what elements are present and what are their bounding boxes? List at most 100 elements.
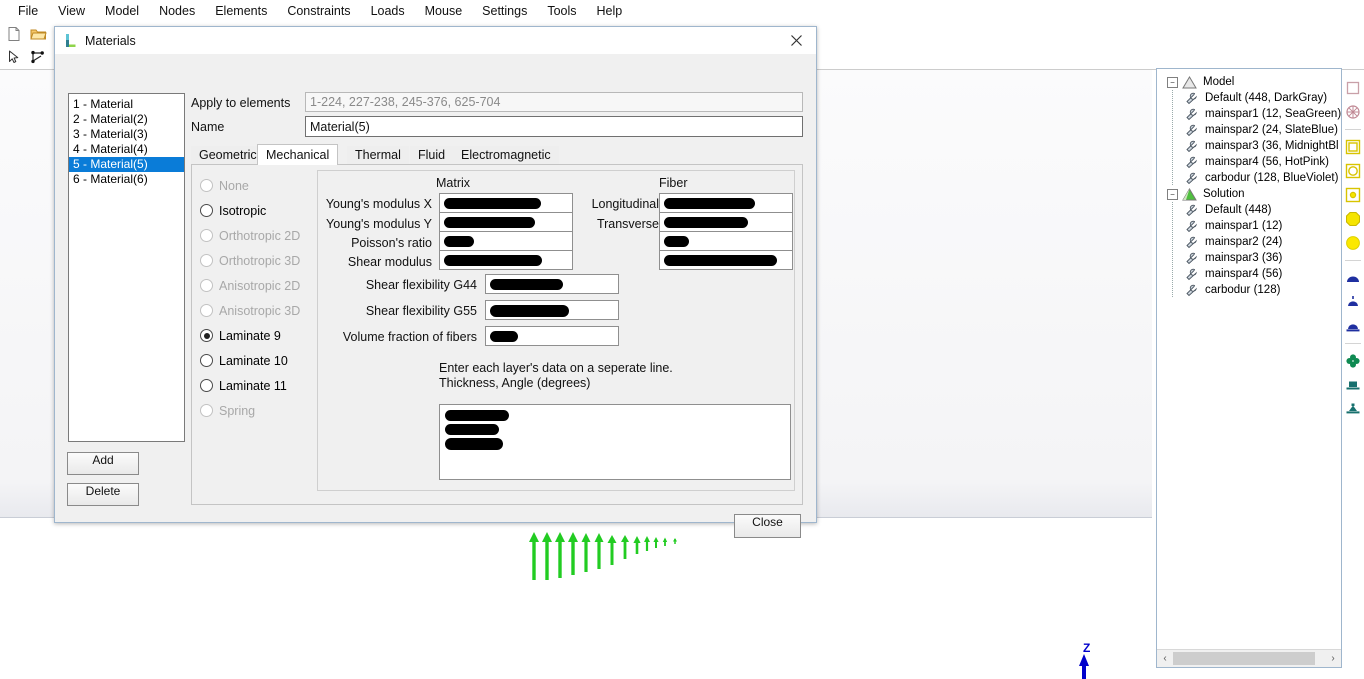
tree-item-solution-default[interactable]: Default (448)	[1163, 202, 1341, 218]
tree-item-model-carbodur[interactable]: carbodur (128, BlueViolet)	[1163, 170, 1341, 186]
menu-item-settings[interactable]: Settings	[472, 2, 537, 20]
tree-node-label: mainspar3 (36, MidnightBl	[1205, 140, 1339, 152]
transverse-fiber-input[interactable]	[659, 212, 793, 232]
new-file-button[interactable]	[4, 24, 24, 44]
expander-icon[interactable]: −	[1167, 188, 1178, 200]
dome-blue-icon	[1347, 276, 1359, 282]
close-dialog-button[interactable]	[776, 27, 816, 54]
radio-laminate-10[interactable]: Laminate 10	[200, 348, 322, 373]
tab-fluid[interactable]: Fluid	[410, 146, 454, 165]
tab-mechanical[interactable]: Mechanical	[257, 144, 339, 165]
node-connect-tool-button[interactable]	[28, 47, 48, 67]
material-list-item-selected[interactable]: 5 - Material(5)	[69, 157, 184, 172]
octagon-button[interactable]	[1343, 209, 1363, 229]
menu-item-constraints[interactable]: Constraints	[277, 2, 360, 20]
dialog-title-bar[interactable]: Materials	[55, 27, 816, 54]
material-list[interactable]: 1 - Material 2 - Material(2) 3 - Materia…	[68, 93, 185, 442]
material-list-item[interactable]: 4 - Material(4)	[69, 142, 184, 157]
roller-support-button[interactable]	[1343, 399, 1363, 419]
square-outline-button[interactable]	[1343, 78, 1363, 98]
poissons-ratio-matrix-input[interactable]	[439, 231, 573, 251]
tree-horizontal-scrollbar[interactable]: ‹ ›	[1157, 649, 1341, 667]
menu-item-mouse[interactable]: Mouse	[415, 2, 473, 20]
material-list-item[interactable]: 2 - Material(2)	[69, 112, 184, 127]
tab-thermal[interactable]: Thermal	[347, 146, 409, 165]
tree-item-model-mainspar4[interactable]: mainspar4 (56, HotPink)	[1163, 154, 1341, 170]
dome-support-button[interactable]	[1343, 268, 1363, 288]
longitudinal-fiber-input[interactable]	[659, 193, 793, 213]
shear-flexibility-g55-input[interactable]	[485, 300, 619, 320]
load-arrow	[644, 536, 650, 551]
tree-node-label: mainspar4 (56)	[1205, 268, 1283, 280]
tree-node-solution[interactable]: − Solution	[1163, 186, 1341, 202]
menu-item-model[interactable]: Model	[95, 2, 149, 20]
poissons-ratio-fiber-input[interactable]	[659, 231, 793, 251]
clover-node-button[interactable]	[1343, 351, 1363, 371]
scroll-right-icon[interactable]: ›	[1325, 650, 1341, 667]
material-list-item[interactable]: 6 - Material(6)	[69, 172, 184, 187]
tab-electromagnetic[interactable]: Electromagnetic	[453, 146, 559, 165]
radio-laminate-11[interactable]: Laminate 11	[200, 373, 322, 398]
scrollbar-track[interactable]	[1173, 650, 1325, 667]
layers-data-textarea[interactable]	[439, 404, 791, 480]
volume-fraction-input[interactable]	[485, 326, 619, 346]
small-circle-square-button[interactable]	[1343, 185, 1363, 205]
tree-item-solution-mainspar2[interactable]: mainspar2 (24)	[1163, 234, 1341, 250]
youngs-modulus-y-matrix-input[interactable]	[439, 212, 573, 232]
tree-guide-line	[1172, 234, 1173, 250]
menu-item-loads[interactable]: Loads	[361, 2, 415, 20]
tree-item-solution-mainspar4[interactable]: mainspar4 (56)	[1163, 266, 1341, 282]
apply-to-elements-input[interactable]	[305, 92, 803, 112]
delete-material-button[interactable]: Delete	[67, 483, 139, 506]
radio-isotropic[interactable]: Isotropic	[200, 198, 322, 223]
material-list-item[interactable]: 3 - Material(3)	[69, 127, 184, 142]
dome-pin-support-button[interactable]	[1343, 292, 1363, 312]
tree-node-model[interactable]: − Model	[1163, 74, 1341, 90]
tree-item-model-mainspar3[interactable]: mainspar3 (36, MidnightBl	[1163, 138, 1341, 154]
load-arrow	[581, 533, 591, 572]
dome-base-support-button[interactable]	[1343, 316, 1363, 336]
dialog-body: 1 - Material 2 - Material(2) 3 - Materia…	[55, 54, 816, 538]
radio-laminate-9[interactable]: Laminate 9	[200, 323, 322, 348]
tree-node-label: Model	[1203, 76, 1235, 88]
expander-icon[interactable]: −	[1167, 76, 1178, 88]
add-material-button[interactable]: Add	[67, 452, 139, 475]
close-button[interactable]: Close	[734, 514, 801, 538]
mechanical-tab-panel: None Isotropic Orthotropic 2D Orthotropi…	[191, 164, 803, 505]
square-shell-button[interactable]	[1343, 137, 1363, 157]
model-tree[interactable]: − Model Default (448, DarkGray) mainspar…	[1157, 69, 1341, 647]
redaction-mark	[444, 255, 542, 266]
wrench-icon	[1186, 236, 1198, 248]
menu-item-elements[interactable]: Elements	[205, 2, 277, 20]
support-button[interactable]	[1343, 375, 1363, 395]
youngs-modulus-x-matrix-input[interactable]	[439, 193, 573, 213]
scroll-left-icon[interactable]: ‹	[1157, 650, 1173, 667]
tree-item-model-mainspar1[interactable]: mainspar1 (12, SeaGreen)	[1163, 106, 1341, 122]
material-name-input[interactable]	[305, 116, 803, 137]
mesh-sphere-button[interactable]	[1343, 102, 1363, 122]
menu-item-view[interactable]: View	[48, 2, 95, 20]
select-arrow-icon	[9, 50, 19, 63]
tree-item-solution-carbodur[interactable]: carbodur (128)	[1163, 282, 1341, 298]
tree-item-model-default[interactable]: Default (448, DarkGray)	[1163, 90, 1341, 106]
open-file-button[interactable]	[28, 24, 48, 44]
tree-guide-line	[1172, 218, 1173, 234]
radio-label: Laminate 9	[219, 328, 281, 343]
shear-modulus-matrix-input[interactable]	[439, 250, 573, 270]
menu-item-file[interactable]: File	[8, 2, 48, 20]
material-list-item[interactable]: 1 - Material	[69, 97, 184, 112]
menu-item-tools[interactable]: Tools	[537, 2, 586, 20]
shear-flexibility-g55-label: Shear flexibility G55	[365, 304, 477, 318]
menu-item-nodes[interactable]: Nodes	[149, 2, 205, 20]
tree-item-solution-mainspar3[interactable]: mainspar3 (36)	[1163, 250, 1341, 266]
tab-geometric[interactable]: Geometric	[191, 146, 265, 165]
shear-modulus-fiber-input[interactable]	[659, 250, 793, 270]
scrollbar-thumb[interactable]	[1173, 652, 1315, 665]
circle-button[interactable]	[1343, 233, 1363, 253]
tree-item-model-mainspar2[interactable]: mainspar2 (24, SlateBlue)	[1163, 122, 1341, 138]
shear-flexibility-g44-input[interactable]	[485, 274, 619, 294]
circle-in-square-button[interactable]	[1343, 161, 1363, 181]
tree-item-solution-mainspar1[interactable]: mainspar1 (12)	[1163, 218, 1341, 234]
select-tool-button[interactable]	[4, 47, 24, 67]
menu-item-help[interactable]: Help	[587, 2, 633, 20]
